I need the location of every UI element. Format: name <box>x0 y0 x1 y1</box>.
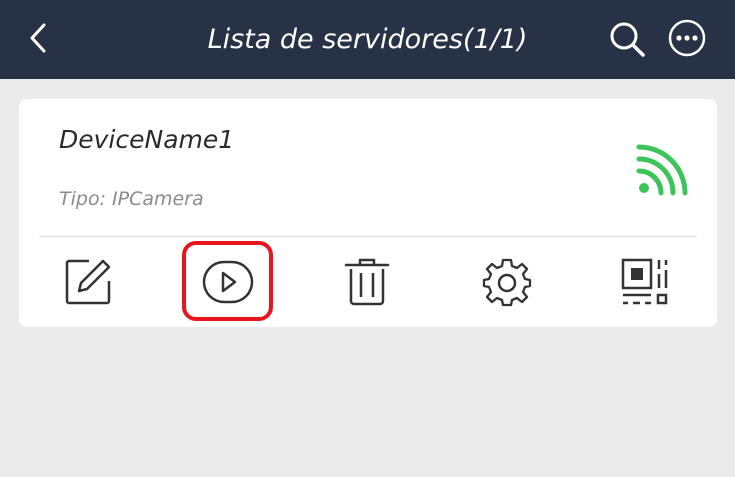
play-button[interactable] <box>183 247 273 317</box>
back-button[interactable] <box>18 18 58 58</box>
trash-icon <box>344 258 390 306</box>
more-options-button[interactable] <box>664 15 710 61</box>
delete-button[interactable] <box>322 247 412 317</box>
top-bar: Lista de servidores(1/1) <box>0 0 735 79</box>
qr-code-button[interactable] <box>600 247 690 317</box>
search-icon <box>610 22 645 57</box>
search-button[interactable] <box>605 17 649 61</box>
more-options-icon <box>668 19 706 57</box>
gear-icon <box>482 258 532 307</box>
device-type: Tipo: IPCamera <box>59 188 204 210</box>
divider <box>39 236 697 237</box>
device-card[interactable]: DeviceName1 Tipo: IPCamera <box>19 99 717 327</box>
edit-icon <box>65 259 111 305</box>
online-signal-icon <box>636 144 688 196</box>
edit-button[interactable] <box>43 247 133 317</box>
chevron-left-icon <box>30 23 46 53</box>
play-icon <box>202 260 254 304</box>
device-name: DeviceName1 <box>59 125 235 154</box>
qr-code-icon <box>621 258 668 305</box>
settings-button[interactable] <box>462 247 552 317</box>
page-title: Lista de servidores(1/1) <box>207 24 528 55</box>
